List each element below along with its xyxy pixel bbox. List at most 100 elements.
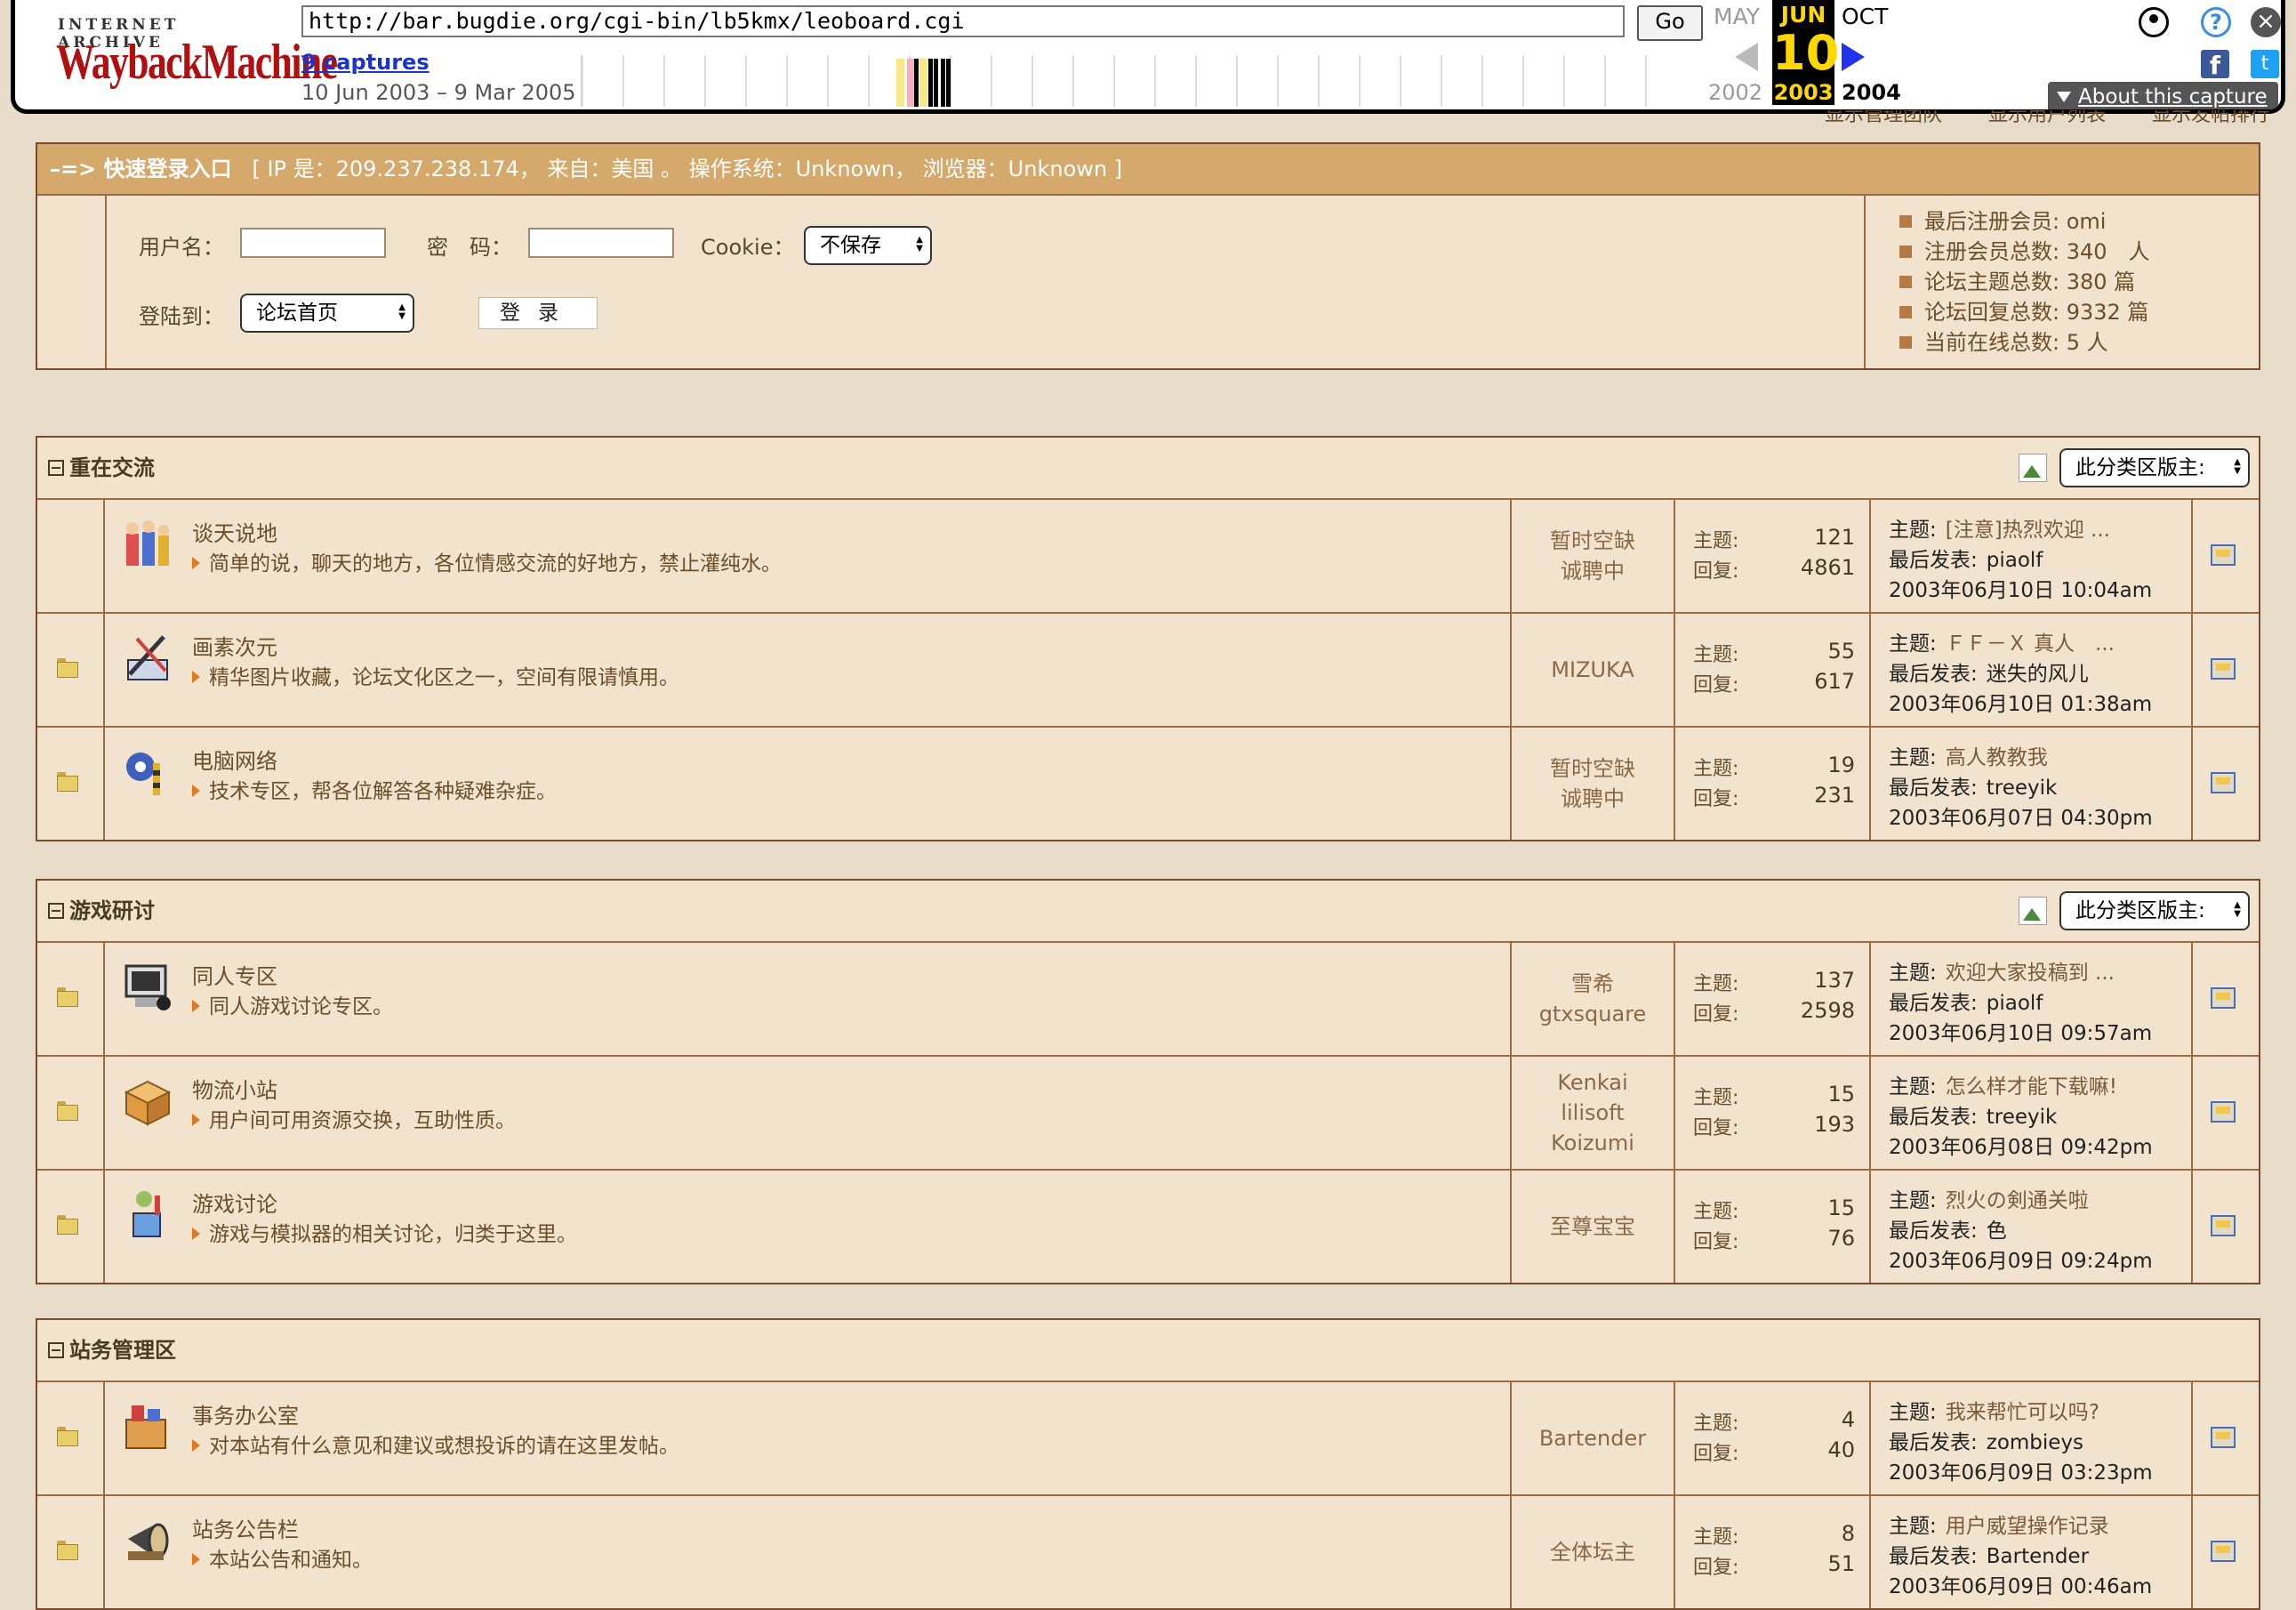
histogram-year-divider bbox=[1236, 55, 1238, 107]
rss-mail-icon[interactable] bbox=[2211, 772, 2236, 793]
last-poster-link[interactable]: Bartender bbox=[1987, 1545, 2089, 1568]
capture-histogram[interactable] bbox=[581, 55, 1693, 107]
last-topic-link[interactable]: 我来帮忙可以吗? bbox=[1946, 1401, 2099, 1424]
link-users[interactable]: 显示用户列表 bbox=[1988, 110, 2106, 130]
histogram-year-divider bbox=[1522, 55, 1524, 107]
forum-name-link[interactable]: 游戏讨论 bbox=[192, 1187, 277, 1218]
topics-label: 主题: bbox=[1693, 1526, 1739, 1549]
close-icon[interactable]: × bbox=[2251, 7, 2281, 37]
rss-mail-icon[interactable] bbox=[2211, 544, 2236, 566]
password-input[interactable] bbox=[528, 228, 674, 258]
url-input[interactable]: http://bar.bugdie.org/cgi-bin/lb5kmx/leo… bbox=[301, 5, 1625, 37]
link-team[interactable]: 显示管理团队 bbox=[1825, 110, 1942, 130]
username-input[interactable] bbox=[240, 228, 386, 258]
wayback-logo[interactable]: INTERNET ARCHIVE WaybackMachine bbox=[51, 7, 338, 96]
moderator-link[interactable]: 雪希 bbox=[1571, 969, 1614, 999]
about-capture-button[interactable]: About this capture bbox=[2048, 82, 2278, 109]
link-ranking[interactable]: 显示发帖排行 bbox=[2152, 110, 2269, 130]
moderator-link[interactable]: Bartender bbox=[1539, 1423, 1646, 1453]
last-topic: 主题: [注意]热烈欢迎 ... bbox=[1889, 512, 2110, 543]
category-header: 游戏研讨 此分类区版主: bbox=[37, 881, 2259, 943]
last-topic-link[interactable]: [注意]热烈欢迎 ... bbox=[1946, 519, 2110, 542]
rss-mail-icon[interactable] bbox=[2211, 1101, 2236, 1123]
category-title[interactable]: 重在交流 bbox=[48, 438, 155, 498]
last-topic-link[interactable]: 用户威望操作记录 bbox=[1946, 1515, 2109, 1538]
moderator-link[interactable]: gtxsquare bbox=[1539, 999, 1647, 1029]
last-poster: 最后发表: 色 bbox=[1889, 1213, 2007, 1244]
go-button[interactable]: Go bbox=[1637, 5, 1703, 41]
last-post-cell: 主题: 怎么样才能下载嘛! 最后发表: treeyik 2003年06月08日 09:4… bbox=[1871, 1057, 2193, 1169]
collapse-icon[interactable] bbox=[48, 460, 64, 476]
replies-label: 回复: bbox=[1693, 1557, 1739, 1579]
moderator-select[interactable]: 此分类区版主: bbox=[2059, 891, 2250, 930]
moderator-link[interactable]: Kenkai bbox=[1557, 1067, 1627, 1098]
moderator-link[interactable]: 至尊宝宝 bbox=[1550, 1212, 1635, 1242]
last-topic-link[interactable]: 烈火の剣通关啦 bbox=[1946, 1189, 2089, 1212]
captures-link[interactable]: 9 captures bbox=[301, 50, 429, 75]
prev-month[interactable]: MAY bbox=[1714, 4, 1760, 29]
category-title[interactable]: 站务管理区 bbox=[48, 1320, 176, 1381]
rss-mail-icon[interactable] bbox=[2211, 1427, 2236, 1448]
next-year[interactable]: 2004 bbox=[1842, 80, 1901, 105]
moderator-link[interactable]: lilisoft bbox=[1561, 1098, 1624, 1128]
goto-select[interactable]: 论坛首页 bbox=[240, 294, 414, 333]
facebook-icon[interactable]: f bbox=[2201, 50, 2229, 80]
user-icon[interactable] bbox=[2139, 7, 2169, 37]
moderator-select[interactable]: 此分类区版主: bbox=[2059, 448, 2250, 487]
forum-name-link[interactable]: 物流小站 bbox=[192, 1073, 277, 1104]
topics-count: 8 bbox=[1841, 1521, 1855, 1546]
last-post-cell: 主题: 烈火の剣通关啦 最后发表: 色 2003年06月09日 09:24pm bbox=[1871, 1171, 2193, 1283]
rss-mail-icon[interactable] bbox=[2211, 1541, 2236, 1562]
category-title[interactable]: 游戏研讨 bbox=[48, 881, 155, 941]
histogram-year-divider bbox=[1400, 55, 1401, 107]
forum-name-link[interactable]: 同人专区 bbox=[192, 959, 277, 990]
topics-count: 15 bbox=[1827, 1195, 1855, 1220]
last-poster: 最后发表: treeyik bbox=[1889, 770, 2057, 801]
replies-count: 2598 bbox=[1800, 998, 1855, 1023]
category-header: 站务管理区 bbox=[37, 1320, 2259, 1382]
last-post-date: 2003年06月10日 10:04am bbox=[1889, 579, 2153, 602]
folder-icon bbox=[57, 658, 78, 678]
last-post-cell: 主题: 我来帮忙可以吗? 最后发表: zombieys 2003年06月09日 03:2… bbox=[1871, 1382, 2193, 1494]
rss-mail-icon[interactable] bbox=[2211, 1215, 2236, 1236]
next-month[interactable]: OCT bbox=[1842, 4, 1888, 29]
twitter-icon[interactable]: t bbox=[2251, 50, 2279, 78]
last-poster-link[interactable]: piaolf bbox=[1987, 992, 2043, 1015]
current-capture: JUN 10 2003 bbox=[1772, 0, 1839, 105]
forum-name-link[interactable]: 站务公告栏 bbox=[192, 1512, 299, 1543]
cookie-select[interactable]: 不保存 bbox=[804, 226, 932, 265]
last-poster-link[interactable]: treeyik bbox=[1987, 777, 2058, 800]
forum-name-link[interactable]: 画素次元 bbox=[192, 630, 277, 661]
collapse-icon[interactable] bbox=[48, 903, 64, 919]
rss-mail-icon[interactable] bbox=[2211, 987, 2236, 1009]
prev-year[interactable]: 2002 bbox=[1708, 80, 1762, 105]
last-topic-link[interactable]: ＦＦ－Ｘ 真人 ... bbox=[1946, 632, 2115, 656]
stat-last-member: 最后注册会员: omi bbox=[1899, 206, 2150, 237]
topics-count: 19 bbox=[1827, 753, 1855, 777]
login-button[interactable]: 登录 bbox=[478, 297, 598, 329]
moderator-link[interactable]: 诚聘中 bbox=[1561, 784, 1625, 814]
forum-counts: 主题: 15 回复: 193 bbox=[1675, 1057, 1871, 1169]
last-topic: 主题: 欢迎大家投稿到 ... bbox=[1889, 955, 2115, 986]
moderator-link[interactable]: Koizumi bbox=[1551, 1128, 1634, 1158]
last-poster-link[interactable]: 迷失的风儿 bbox=[1987, 663, 2089, 686]
forum-name-link[interactable]: 谈天说地 bbox=[192, 516, 277, 547]
moderator-link[interactable]: 诚聘中 bbox=[1561, 556, 1625, 586]
last-poster-link[interactable]: piaolf bbox=[1987, 549, 2043, 572]
last-topic-link[interactable]: 欢迎大家投稿到 ... bbox=[1946, 962, 2115, 985]
last-topic-link[interactable]: 怎么样才能下载嘛! bbox=[1946, 1075, 2117, 1099]
rss-mail-icon[interactable] bbox=[2211, 658, 2236, 680]
moderator-link[interactable]: 暂时空缺 bbox=[1550, 526, 1635, 556]
last-poster-link[interactable]: treeyik bbox=[1987, 1106, 2058, 1129]
last-topic-link[interactable]: 高人教教我 bbox=[1946, 746, 2048, 769]
forum-name-link[interactable]: 电脑网络 bbox=[192, 744, 277, 775]
next-capture-arrow-icon[interactable] bbox=[1842, 43, 1865, 71]
collapse-icon[interactable] bbox=[48, 1342, 64, 1358]
last-poster-link[interactable]: zombieys bbox=[1987, 1431, 2083, 1454]
help-icon[interactable]: ? bbox=[2201, 7, 2231, 37]
forum-name-link[interactable]: 事务办公室 bbox=[192, 1398, 299, 1429]
moderator-link[interactable]: 暂时空缺 bbox=[1550, 753, 1635, 784]
last-poster-link[interactable]: 色 bbox=[1987, 1220, 2007, 1243]
moderator-link[interactable]: MIZUKA bbox=[1551, 655, 1634, 685]
moderator-link[interactable]: 全体坛主 bbox=[1550, 1537, 1635, 1567]
